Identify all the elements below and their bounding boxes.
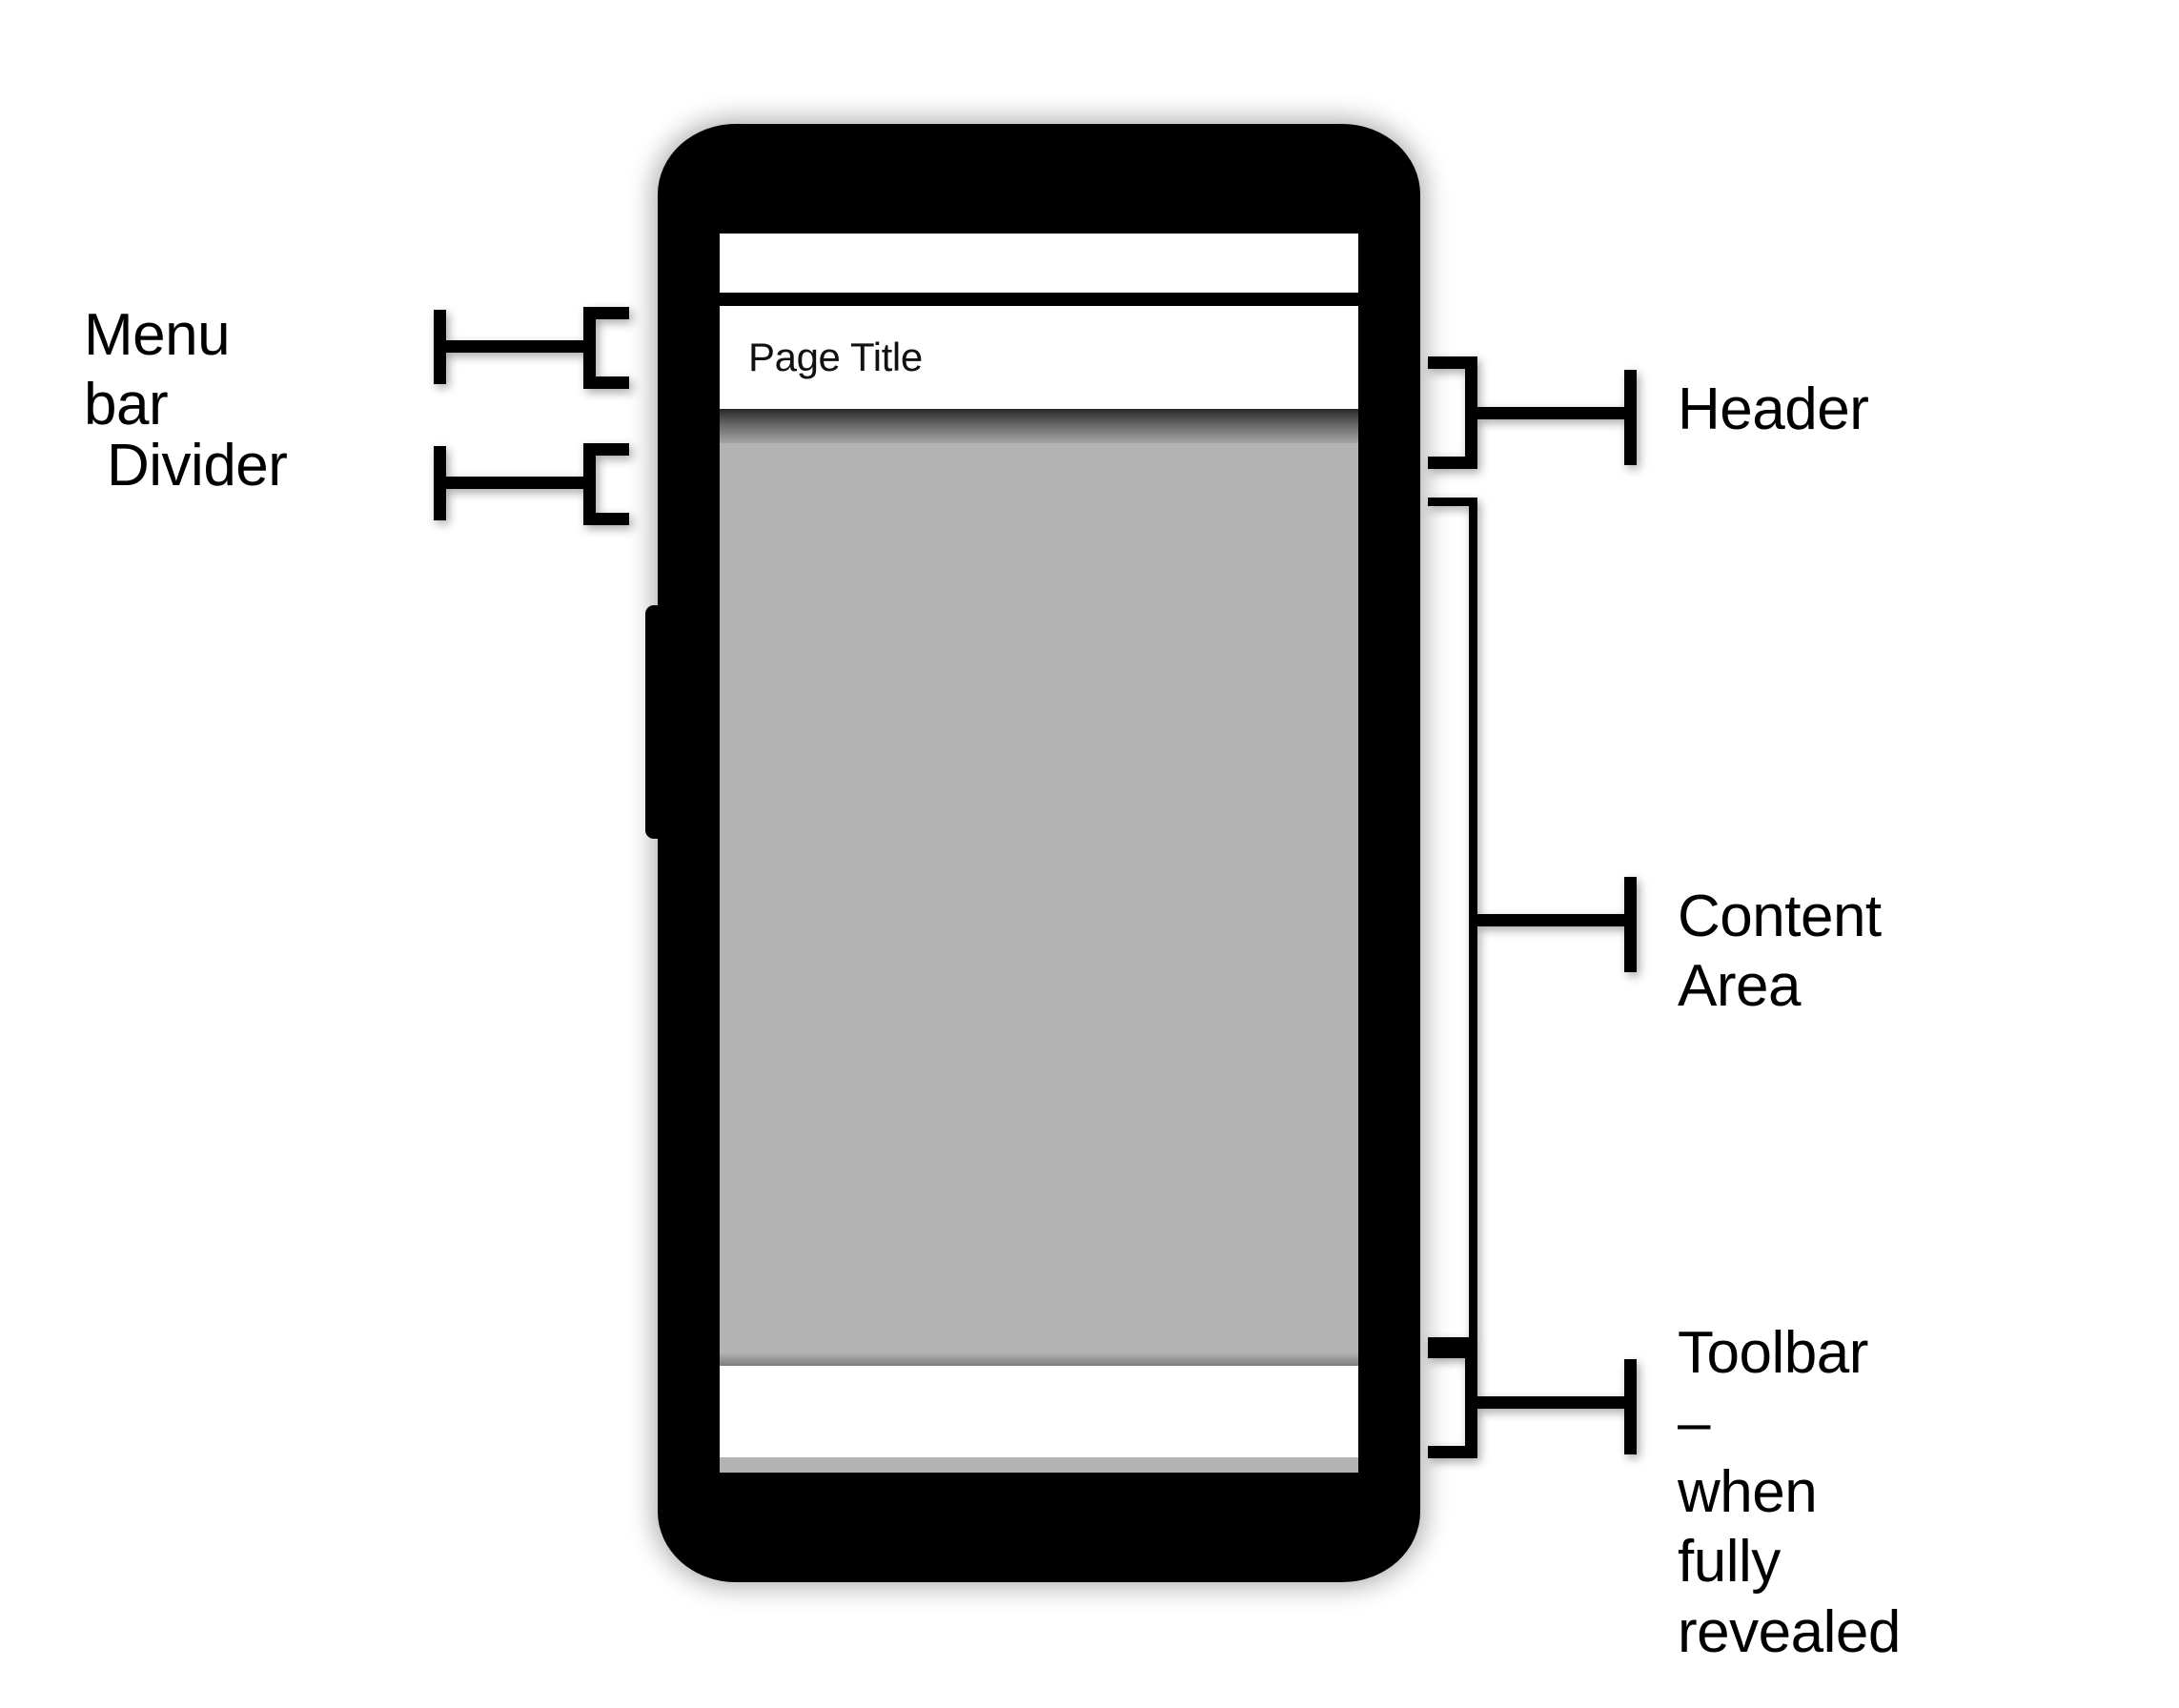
phone-screen: Page Title [720,234,1358,1473]
callout-label-content-area: Content Area [1678,884,1882,1020]
callout-label-menu-bar: Menu bar [84,302,231,438]
bracket-menu-bar [583,307,629,389]
callout-label-header: Header [1678,376,1869,442]
toolbar-shadow [720,1352,1358,1366]
bottom-toolbar[interactable] [720,1366,1358,1457]
phone-side-button-icon[interactable] [645,605,662,839]
bracket-divider [583,443,629,525]
bracket-toolbar [1428,1346,1477,1458]
divider [720,293,1358,306]
bracket-content-area [1428,498,1477,1346]
content-area [720,409,1358,1362]
header-shadow [720,409,1358,443]
phone-mockup: Page Title [645,124,1420,1582]
page-header: Page Title [720,306,1358,409]
menu-bar[interactable] [720,234,1358,293]
callout-label-divider: Divider [107,433,288,498]
bracket-header [1428,356,1477,469]
callout-label-toolbar: Toolbar – when fully revealed [1678,1320,1901,1665]
page-title: Page Title [748,335,923,379]
